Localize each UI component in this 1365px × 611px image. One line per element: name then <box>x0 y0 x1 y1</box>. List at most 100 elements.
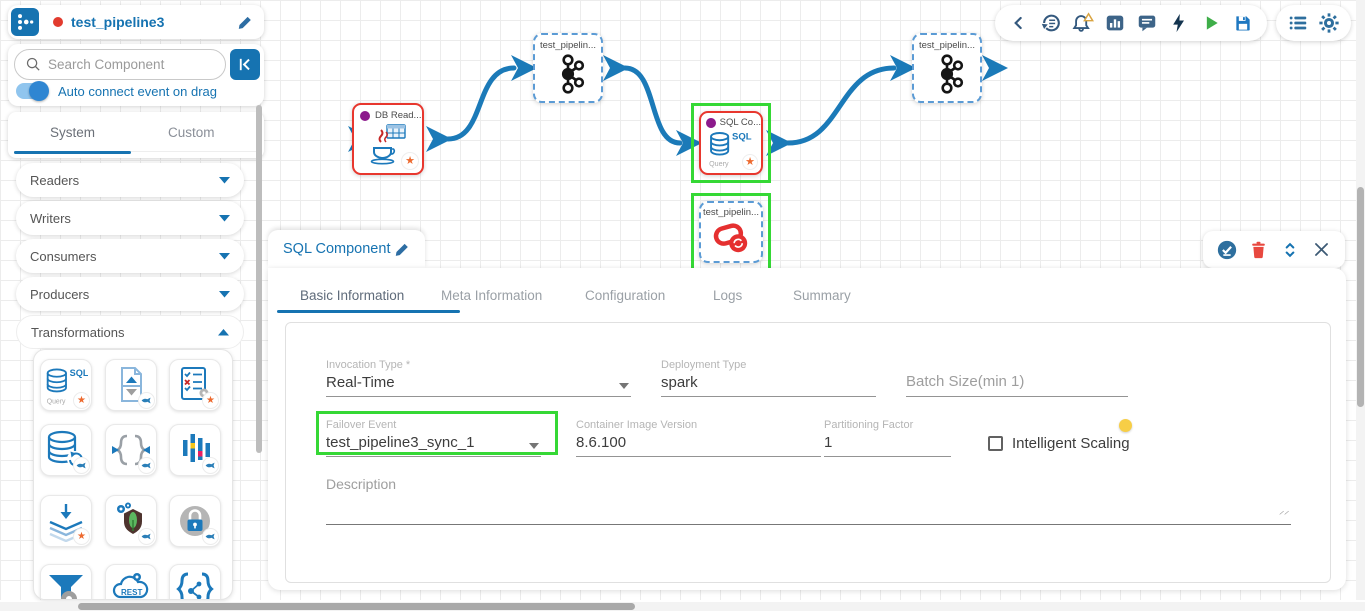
node-db-reader[interactable]: DB Read... <box>352 103 424 175</box>
canvas-hscroll-track[interactable] <box>0 602 1365 611</box>
svg-text:REST: REST <box>121 588 142 597</box>
sync-link-icon <box>709 218 753 254</box>
search-input[interactable] <box>48 57 208 72</box>
component-tile-encrypt[interactable] <box>169 495 221 547</box>
component-tile-json-parser[interactable] <box>105 424 157 476</box>
resize-panel-button[interactable] <box>1277 237 1303 263</box>
chevron-down-icon <box>219 291 230 298</box>
app-logo-icon <box>11 8 39 36</box>
pipeline-status-dot <box>53 17 63 27</box>
node-status-dot <box>360 111 370 121</box>
info-badge-icon[interactable] <box>1119 419 1132 432</box>
trigger-button[interactable] <box>1166 10 1192 36</box>
node-kafka-2[interactable]: test_pipelin... <box>912 33 982 103</box>
comments-button[interactable] <box>1134 10 1160 36</box>
search-box <box>14 49 226 80</box>
batch-size-field[interactable]: Batch Size(min 1) <box>906 359 1128 397</box>
sidebar-section-consumers[interactable]: Consumers <box>16 239 244 273</box>
comment-icon <box>1136 12 1158 34</box>
star-badge-icon <box>202 392 219 409</box>
component-tile-field-splitter[interactable] <box>169 424 221 476</box>
alerts-button[interactable] <box>1070 10 1096 36</box>
spark-badge-icon <box>202 457 219 474</box>
component-tile-deduplicate[interactable] <box>40 495 92 547</box>
collapse-sidebar-button[interactable] <box>230 49 260 80</box>
tab-logs[interactable]: Logs <box>713 288 742 303</box>
sidebar-tabs: System Custom <box>8 112 264 158</box>
list-icon <box>1287 12 1309 34</box>
back-button[interactable] <box>1006 10 1032 36</box>
component-tile-rules[interactable] <box>169 359 221 411</box>
highlight-box-sync: test_pipelin... <box>691 193 771 271</box>
tab-summary[interactable]: Summary <box>793 288 851 303</box>
check-circle-icon <box>1216 239 1238 261</box>
settings-button[interactable] <box>1316 10 1342 36</box>
star-badge-icon <box>401 152 419 170</box>
container-image-version-field[interactable]: Container Image Version 8.6.100 <box>576 419 821 457</box>
svg-text:SQL: SQL <box>732 131 752 142</box>
validate-button[interactable] <box>1214 237 1240 263</box>
sidebar-section-producers[interactable]: Producers <box>16 277 244 311</box>
resize-handle-icon[interactable]: ⸍⸍ <box>1278 507 1290 521</box>
edit-component-icon[interactable] <box>394 241 411 258</box>
search-icon <box>25 56 42 73</box>
node-sync-event[interactable]: test_pipelin... <box>699 201 763 263</box>
component-tile-mongodb[interactable] <box>105 495 157 547</box>
intelligent-scaling-checkbox[interactable] <box>988 436 1003 451</box>
invocation-type-select[interactable]: Invocation Type * Real-Time <box>326 359 631 397</box>
save-button[interactable] <box>1230 10 1256 36</box>
failover-event-select[interactable]: Failover Event test_pipeline3_sync_1 <box>326 419 541 457</box>
partitioning-factor-field[interactable]: Partitioning Factor 1 <box>824 419 951 457</box>
highlight-box-sql: SQL Co... SQL Query <box>691 103 771 183</box>
component-tile-sql-query[interactable]: SQL Query <box>40 359 92 411</box>
active-tab-indicator <box>14 151 131 154</box>
canvas-hscroll-thumb[interactable] <box>78 603 635 610</box>
tab-basic-information[interactable]: Basic Information <box>300 288 404 303</box>
component-title: SQL Component <box>283 241 394 257</box>
description-textarea[interactable]: Description ⸍⸍ <box>326 473 1291 525</box>
run-button[interactable] <box>1198 10 1224 36</box>
funnel-icon <box>45 569 87 600</box>
component-tile-db-refresh[interactable] <box>40 424 92 476</box>
component-tile-custom-code[interactable] <box>169 564 221 600</box>
sidebar-section-transformations[interactable]: Transformations <box>16 315 244 349</box>
sidebar-section-readers[interactable]: Readers <box>16 163 244 197</box>
sidebar-section-writers[interactable]: Writers <box>16 201 244 235</box>
pipeline-title: test_pipeline3 <box>71 14 237 30</box>
node-sql[interactable]: SQL Co... SQL Query <box>699 111 763 175</box>
tab-system[interactable]: System <box>50 125 95 140</box>
close-panel-button[interactable] <box>1308 237 1334 263</box>
close-icon <box>1312 240 1331 259</box>
star-badge-icon <box>73 528 90 545</box>
collapse-left-icon <box>237 56 254 73</box>
node-label: test_pipelin... <box>535 35 601 51</box>
history-button[interactable] <box>1038 10 1064 36</box>
history-icon <box>1040 12 1062 34</box>
sidebar-scrollbar[interactable] <box>256 105 262 453</box>
transformations-grid: SQL Query <box>33 349 233 600</box>
save-floppy-icon <box>1233 13 1253 33</box>
monitoring-button[interactable] <box>1102 10 1128 36</box>
play-icon <box>1201 13 1221 33</box>
component-tile-file-repartition[interactable] <box>105 359 157 411</box>
lightning-bolt-icon <box>1169 12 1189 34</box>
node-kafka-1[interactable]: test_pipelin... <box>533 33 603 103</box>
edit-pipeline-icon[interactable] <box>237 14 254 31</box>
star-badge-icon <box>742 154 758 170</box>
component-tile-funnel[interactable] <box>40 564 92 600</box>
canvas-vscroll-thumb[interactable] <box>1357 187 1364 407</box>
rest-api-icon: REST <box>110 569 152 600</box>
tab-meta-information[interactable]: Meta Information <box>441 288 542 303</box>
active-tab-indicator <box>277 310 460 313</box>
auto-connect-toggle[interactable] <box>16 83 48 99</box>
tab-custom[interactable]: Custom <box>168 125 215 140</box>
list-view-button[interactable] <box>1285 10 1311 36</box>
deployment-type-field[interactable]: Deployment Type spark <box>661 359 876 397</box>
canvas-vscroll-track[interactable] <box>1356 0 1365 600</box>
tab-configuration[interactable]: Configuration <box>585 288 665 303</box>
delete-button[interactable] <box>1245 237 1271 263</box>
expand-vertical-icon <box>1280 240 1300 260</box>
component-tile-rest-api[interactable]: REST <box>105 564 157 600</box>
basic-information-form: Invocation Type * Real-Time Deployment T… <box>285 322 1331 583</box>
gear-icon <box>1318 12 1340 34</box>
